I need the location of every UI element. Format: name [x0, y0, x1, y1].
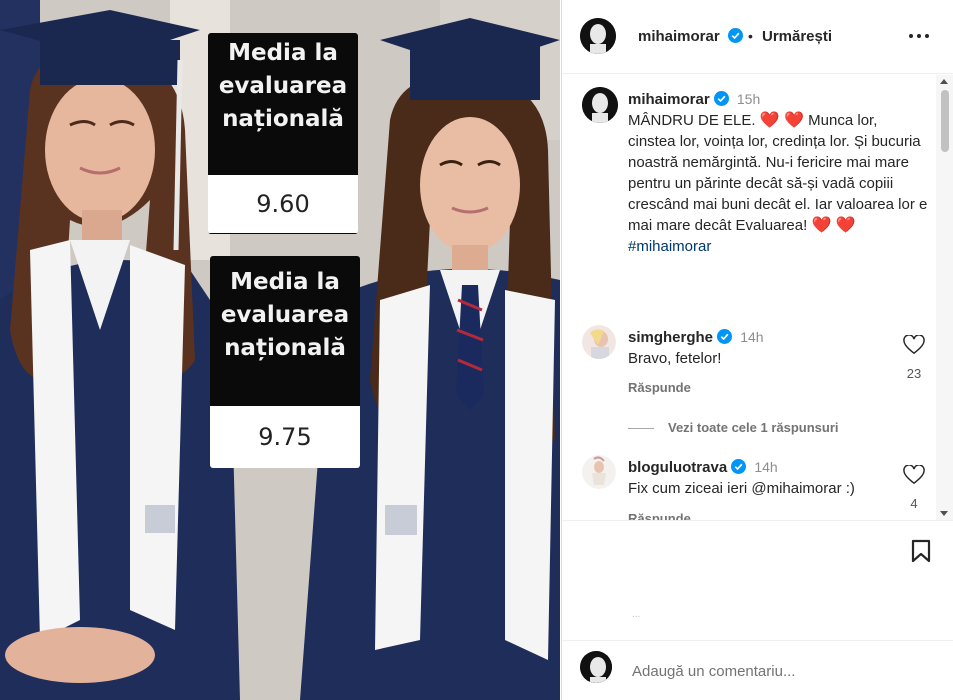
comments-scroll-area[interactable]: mihaimorar 15h MÂNDRU DE ELE. ❤️ ❤️ Munc… [562, 75, 953, 520]
comment-item: simgherghe 14h Bravo, fetelor! Răspunde … [582, 325, 927, 405]
caption-body: Munca lor, cinstea lor, voința lor, cred… [628, 112, 928, 234]
vertical-scrollbar[interactable] [936, 75, 953, 520]
like-count: 23 [906, 366, 922, 381]
comment-time[interactable]: 14h [740, 329, 763, 345]
avatar[interactable] [580, 651, 612, 683]
verified-badge-icon [713, 91, 729, 106]
heart-emoji-icon: ❤️ ❤️ [811, 217, 856, 234]
comment-body: bloguluotrava 14h Fix cum ziceai ieri @m… [628, 457, 878, 499]
tiny-marker: ... [632, 609, 641, 620]
verified-badge-icon [728, 28, 744, 43]
heart-outline-icon[interactable] [903, 465, 925, 485]
comment-username[interactable]: bloguluotrava [628, 459, 727, 476]
comment-input[interactable] [632, 659, 922, 683]
header-username-row: mihaimorar [638, 28, 744, 46]
verified-badge-icon [717, 329, 733, 344]
like-count: 4 [910, 496, 918, 511]
following-button[interactable]: Urmărești [762, 28, 832, 45]
more-horizontal-icon[interactable] [908, 28, 930, 44]
heart-emoji-icon: ❤️ ❤️ [759, 112, 804, 129]
comment-body: simgherghe 14h Bravo, fetelor! [628, 327, 878, 369]
avatar[interactable] [582, 455, 616, 489]
post-header: mihaimorar • Urmărești [562, 0, 953, 74]
separator-dot: • [748, 28, 753, 44]
avatar[interactable] [580, 18, 616, 54]
caption-time[interactable]: 15h [737, 91, 760, 107]
scroll-down-arrow-icon[interactable] [940, 511, 948, 516]
avatar[interactable] [582, 325, 616, 359]
comment-time[interactable]: 14h [754, 459, 777, 475]
comment-item: bloguluotrava 14h Fix cum ziceai ieri @m… [582, 455, 927, 520]
post-actions-bar: ... [562, 520, 953, 640]
add-comment-bar [562, 640, 953, 700]
hashtag-link[interactable]: #mihaimorar [628, 238, 711, 255]
score-card-value: 9.75 [210, 406, 360, 468]
scroll-up-arrow-icon[interactable] [940, 79, 948, 84]
post-photo[interactable]: Media la evaluarea națională 9.60 Media … [0, 0, 560, 700]
divider-line [628, 428, 654, 430]
verified-badge-icon [731, 459, 747, 474]
caption-lead: MÂNDRU DE ELE. [628, 112, 756, 129]
score-card-value: 9.60 [208, 175, 358, 233]
header-username[interactable]: mihaimorar [638, 28, 720, 45]
reply-button[interactable]: Răspunde [628, 380, 691, 395]
comment-username[interactable]: simgherghe [628, 329, 713, 346]
caption-text: mihaimorar 15h MÂNDRU DE ELE. ❤️ ❤️ Munc… [628, 89, 928, 257]
score-card-title: Media la evaluarea națională [218, 40, 348, 132]
score-card-first: Media la evaluarea națională 9.60 [208, 33, 358, 234]
comment-text: Fix cum ziceai ieri @mihaimorar :) [628, 480, 855, 497]
score-card-second: Media la evaluarea națională 9.75 [210, 256, 360, 468]
view-replies-button[interactable]: Vezi toate cele 1 răspunsuri [628, 420, 839, 435]
heart-outline-icon[interactable] [903, 335, 925, 355]
view-replies-label[interactable]: Vezi toate cele 1 răspunsuri [668, 420, 839, 435]
avatar[interactable] [582, 87, 618, 123]
post-side-panel: mihaimorar • Urmărești mihaimorar 15h MÂ… [561, 0, 953, 700]
bookmark-icon[interactable] [910, 539, 932, 563]
comment-text: Bravo, fetelor! [628, 350, 722, 367]
caption-username[interactable]: mihaimorar [628, 91, 710, 108]
reply-button[interactable]: Răspunde [628, 511, 691, 520]
scrollbar-thumb[interactable] [941, 90, 949, 152]
score-card-title: Media la evaluarea națională [220, 269, 350, 361]
